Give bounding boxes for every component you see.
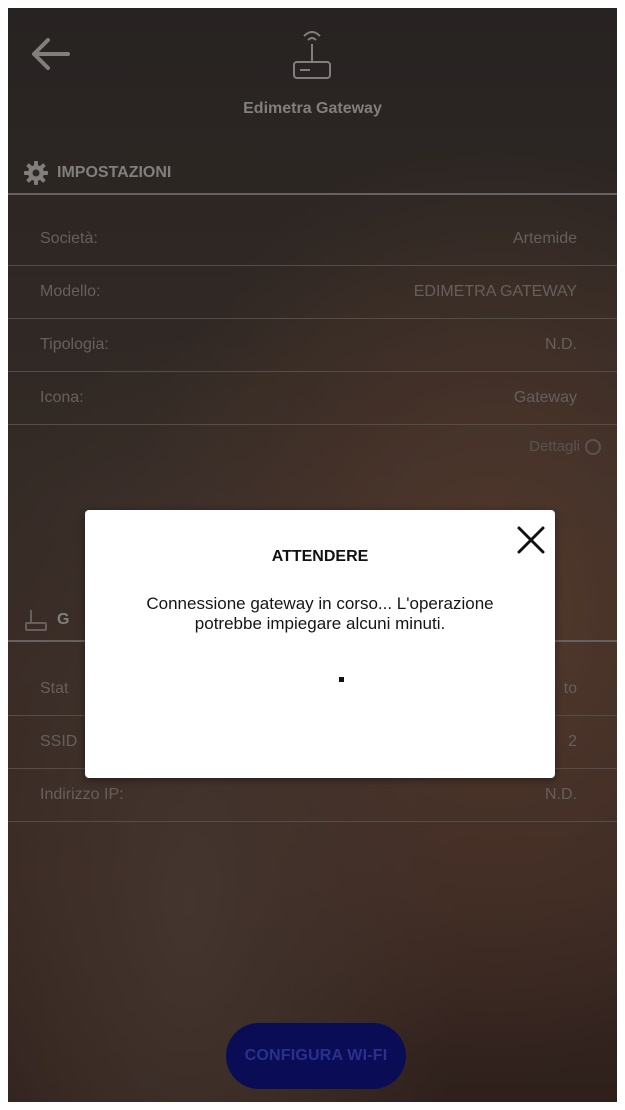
wait-dialog: ATTENDERE Connessione gateway in corso..… <box>85 510 555 778</box>
dialog-message: Connessione gateway in corso... L'operaz… <box>146 594 494 633</box>
loading-indicator <box>339 677 344 682</box>
close-icon[interactable] <box>515 524 547 556</box>
app-screen: Edimetra Gateway IMPOSTAZIONI Società: A… <box>8 8 617 1102</box>
dialog-title: ATTENDERE <box>271 548 369 565</box>
